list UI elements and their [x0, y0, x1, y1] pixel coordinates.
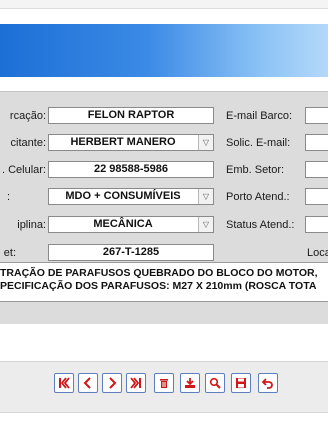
next-record-button[interactable] [102, 373, 122, 393]
window-titlebar [0, 0, 328, 9]
solic-email-label: Solic. E-mail: [226, 137, 291, 149]
download-tray-icon [181, 377, 199, 389]
celular-value: 22 98588-5986 [93, 163, 168, 175]
chevron-right-icon [103, 377, 121, 389]
search-button[interactable] [205, 373, 225, 393]
search-icon [206, 377, 224, 389]
export-button[interactable] [180, 373, 200, 393]
trash-icon [155, 377, 173, 389]
embarcacao-field[interactable]: FELON RAPTOR [48, 107, 214, 124]
delete-button[interactable] [154, 373, 174, 393]
celular-label: . Celular: [1, 164, 46, 176]
chevron-down-icon[interactable]: ▽ [198, 217, 213, 232]
solic-email-field[interactable] [305, 134, 328, 151]
first-record-button[interactable] [54, 373, 74, 393]
tipo-select[interactable]: MDO + CONSUMÍVEIS ▽ [48, 188, 214, 205]
chevron-left-icon [79, 377, 97, 389]
celular-field[interactable]: 22 98588-5986 [48, 161, 214, 178]
chevron-down-icon[interactable]: ▽ [198, 135, 213, 150]
disciplina-label: iplina: [17, 219, 46, 231]
embarcacao-value: FELON RAPTOR [87, 109, 175, 121]
description-line-2: PECIFICAÇÃO DOS PARAFUSOS: M27 X 210mm (… [0, 280, 317, 292]
tipo-value: MDO + CONSUMÍVEIS [65, 190, 181, 202]
chevron-down-icon[interactable]: ▽ [198, 189, 213, 204]
email-barco-label: E-mail Barco: [226, 110, 293, 122]
local-label: Loca [307, 247, 328, 259]
undo-arrow-icon [259, 377, 277, 389]
emb-setor-field[interactable] [305, 161, 328, 178]
ticket-field[interactable]: 267-T-1285 [48, 244, 214, 261]
ticket-label: et: [3, 247, 16, 259]
embarcacao-label: rcação: [9, 110, 46, 122]
last-record-button[interactable] [126, 373, 146, 393]
email-barco-field[interactable] [305, 107, 328, 124]
description-textarea[interactable]: TRAÇÃO DE PARAFUSOS QUEBRADO DO BLOCO DO… [0, 262, 328, 302]
solicitante-label: citante: [10, 137, 46, 149]
floppy-disk-icon [232, 377, 250, 389]
status-label: Status Atend.: [226, 219, 295, 231]
disciplina-select[interactable]: MECÂNICA ▽ [48, 216, 214, 233]
tipo-label: : [6, 191, 10, 203]
solicitante-select[interactable]: HERBERT MANERO ▽ [48, 134, 214, 151]
status-field[interactable] [305, 216, 328, 233]
porto-label: Porto Atend.: [226, 191, 290, 203]
solicitante-value: HERBERT MANERO [70, 136, 176, 148]
undo-button[interactable] [258, 373, 278, 393]
porto-field[interactable] [305, 188, 328, 205]
save-button[interactable] [231, 373, 251, 393]
double-chevron-right-icon [127, 377, 145, 389]
double-chevron-left-icon [55, 377, 73, 389]
header-banner [0, 24, 328, 77]
previous-record-button[interactable] [78, 373, 98, 393]
emb-setor-label: Emb. Setor: [226, 164, 285, 176]
disciplina-value: MECÂNICA [93, 218, 153, 230]
ticket-value: 267-T-1285 [102, 246, 160, 258]
description-line-1: TRAÇÃO DE PARAFUSOS QUEBRADO DO BLOCO DO… [0, 267, 318, 279]
